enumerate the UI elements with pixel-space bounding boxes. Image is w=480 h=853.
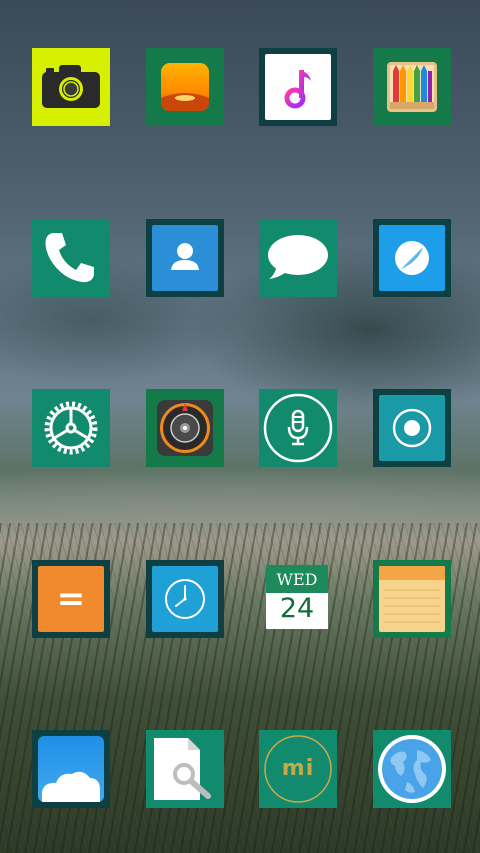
camera-app[interactable] — [32, 48, 110, 126]
compass-dial-icon — [157, 400, 213, 456]
globe-icon — [378, 735, 446, 803]
calendar-app[interactable]: WED 24 — [266, 565, 328, 629]
cloud-tile — [38, 736, 104, 802]
mi-logo-icon: mi — [281, 756, 315, 781]
colored-pencils-icon — [387, 62, 437, 112]
clock-tile — [152, 566, 218, 632]
gallery-app[interactable] — [146, 48, 224, 126]
gallery-icon — [161, 63, 209, 111]
record-dot-icon — [392, 408, 432, 448]
browser-tile — [379, 225, 445, 291]
world-browser-app[interactable] — [373, 730, 451, 808]
speech-bubble-icon — [268, 235, 328, 279]
notepad-icon — [379, 566, 445, 623]
contacts-tile — [152, 225, 218, 291]
gear-icon — [44, 401, 98, 455]
document-search-icon — [154, 738, 211, 800]
camera-icon — [42, 65, 100, 108]
cloud-icon — [38, 736, 104, 802]
notes-tile — [379, 566, 445, 632]
calculator-tile: = — [38, 566, 104, 632]
calendar-date-label: 24 — [279, 593, 315, 624]
phone-app[interactable] — [32, 219, 110, 297]
contacts-app[interactable] — [146, 219, 224, 297]
cloud-app[interactable] — [32, 730, 110, 808]
compass-circle-icon — [395, 241, 429, 275]
themes-app[interactable] — [373, 48, 451, 126]
file-explorer-app[interactable] — [146, 730, 224, 808]
equals-icon: = — [56, 579, 86, 619]
browser-app[interactable] — [373, 219, 451, 297]
music-note-icon — [284, 70, 311, 109]
contact-person-icon — [171, 243, 199, 270]
microphone-icon — [263, 393, 333, 463]
screen-recorder-tile — [379, 395, 445, 461]
messaging-app[interactable] — [259, 219, 337, 297]
clock-icon — [165, 579, 205, 619]
compass-app[interactable] — [146, 389, 224, 467]
music-app[interactable] — [259, 48, 337, 126]
recorder-app[interactable] — [259, 389, 337, 467]
calendar-day-label: WED — [276, 570, 318, 589]
mi-store-app[interactable]: mi — [259, 730, 337, 808]
music-tile — [265, 54, 331, 120]
settings-app[interactable] — [32, 389, 110, 467]
home-screen: { "home_screen": { "apps": [ {"name": "c… — [0, 0, 480, 853]
screen-recorder-app[interactable] — [373, 389, 451, 467]
calculator-app[interactable]: = — [32, 560, 110, 638]
notes-app[interactable] — [373, 560, 451, 638]
phone-handset-icon — [45, 233, 94, 283]
clock-app[interactable] — [146, 560, 224, 638]
